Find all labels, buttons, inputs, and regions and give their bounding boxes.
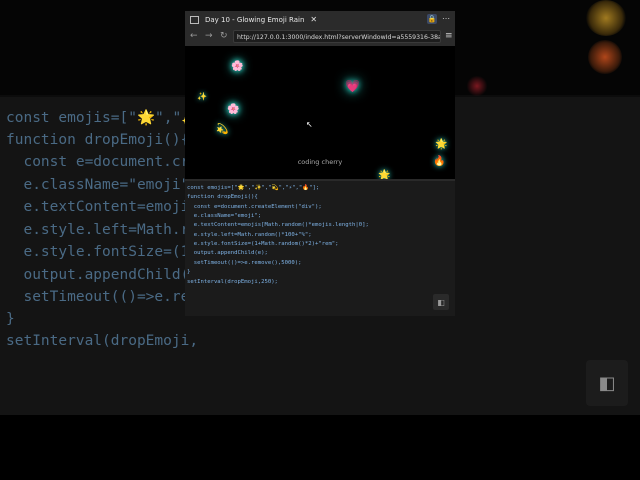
- code-line: e.style.fontSize=(1+Math.random()*2)+"re…: [187, 241, 339, 247]
- emoji-flower: 🌸: [231, 61, 244, 72]
- background-code-line: e.className="emoji";: [6, 177, 199, 193]
- address-bar: ← → ↻ http://127.0.0.1:3000/index.html?s…: [185, 28, 455, 46]
- emoji-heart: 💗: [345, 79, 360, 93]
- code-line: function dropEmoji(){: [187, 194, 258, 200]
- code-line: e.style.left=Math.random()*100+"%";: [187, 232, 312, 238]
- tab-favicon-icon: .: [190, 15, 199, 24]
- background-red-glow: [466, 76, 488, 96]
- forward-icon[interactable]: →: [205, 31, 213, 41]
- reload-icon[interactable]: ↻: [220, 31, 228, 41]
- background-code-line: e.style.left=Math.ran: [6, 222, 207, 238]
- background-panel-icon: ◧: [586, 360, 628, 406]
- code-line: e.className="emoji";: [187, 213, 262, 219]
- code-line: setInterval(dropEmoji,250);: [187, 279, 278, 285]
- browser-window: . Day 10 - Glowing Emoji Rain ✕ 🔒 ⋯ ← → …: [185, 11, 455, 316]
- back-icon[interactable]: ←: [190, 31, 198, 41]
- url-input[interactable]: http://127.0.0.1:3000/index.html?serverW…: [233, 30, 441, 43]
- code-line: }: [187, 269, 191, 275]
- background-fire-glow: [588, 40, 622, 74]
- menu-icon[interactable]: ≡: [445, 31, 453, 41]
- emoji-star: 🌟: [435, 139, 448, 150]
- panel-toggle-icon[interactable]: ◧: [433, 294, 449, 310]
- code-line: const e=document.createElement("div");: [187, 204, 322, 210]
- code-editor[interactable]: const emojis=["🌟","✨","💫","⚡","🔥"]; func…: [185, 179, 455, 316]
- background-code-line: setInterval(dropEmoji,: [6, 333, 199, 349]
- emoji-sparkles: ✨: [197, 92, 207, 101]
- code-line: const emojis=["🌟","✨","💫","⚡","🔥"];: [187, 185, 320, 191]
- background-code-line: const emojis=["🌟","✨: [6, 110, 200, 126]
- background-code-line: output.appendChild(e): [6, 267, 207, 283]
- background-code-line: }: [6, 311, 15, 327]
- emoji-dizzy: 💫: [216, 124, 229, 135]
- background-code-line: const e=document.crea: [6, 154, 207, 170]
- background-code-line: e.textContent=emojis: [6, 199, 199, 215]
- page-viewport: 🌸 💗 ✨ 🌸 💫 🌟 🔥 🌟 ↖ coding cherry: [185, 46, 455, 179]
- background-code-line: function dropEmoji(){: [6, 132, 190, 148]
- tab-title[interactable]: Day 10 - Glowing Emoji Rain: [205, 16, 304, 24]
- mouse-cursor-icon: ↖: [306, 120, 313, 129]
- title-bar: . Day 10 - Glowing Emoji Rain ✕ 🔒 ⋯: [185, 11, 455, 28]
- background-star-glow: [586, 0, 626, 36]
- emoji-flower: 🌸: [227, 104, 240, 115]
- code-line: output.appendChild(e);: [187, 250, 268, 256]
- code-line: setTimeout(()=>e.remove(),5000);: [187, 260, 302, 266]
- code-line: e.textContent=emojis[Math.random()*emoji…: [187, 222, 369, 228]
- emoji-star: 🌟: [378, 170, 391, 179]
- tab-close-icon[interactable]: ✕: [310, 15, 317, 24]
- background-code-line: setTimeout(()=>e.rem: [6, 289, 199, 305]
- background-code-line: e.style.fontSize=(1+: [6, 244, 199, 260]
- lock-icon[interactable]: 🔒: [427, 14, 437, 24]
- more-options-icon[interactable]: ⋯: [442, 14, 450, 23]
- credit-text: coding cherry: [297, 158, 343, 166]
